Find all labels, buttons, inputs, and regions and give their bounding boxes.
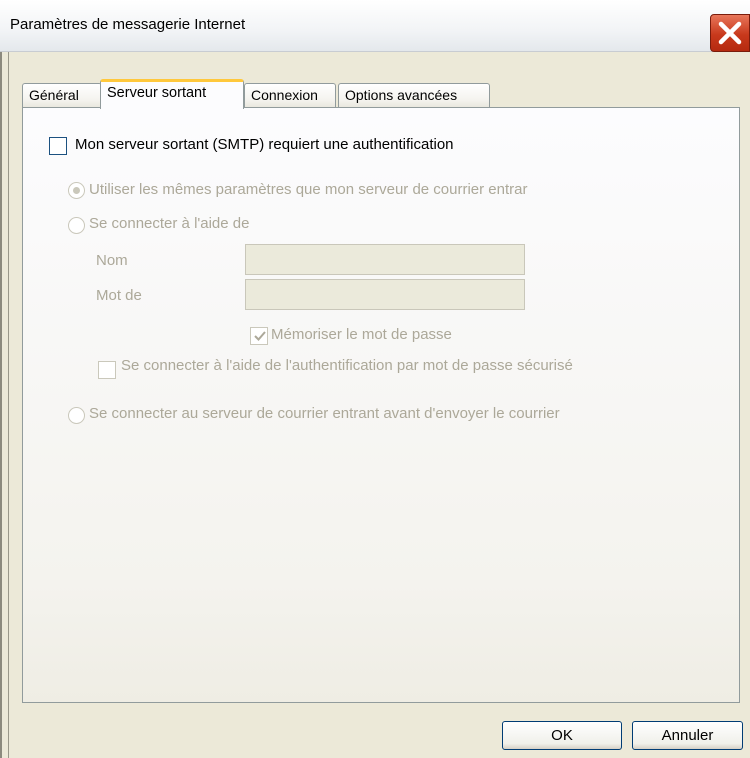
password-label: Mot de — [96, 287, 142, 304]
window-frame-left — [0, 52, 9, 758]
close-icon — [718, 21, 742, 45]
connect-incoming-first-label: Se connecter au serveur de courrier entr… — [89, 405, 560, 422]
tab-panel-serveur-sortant: Mon serveur sortant (SMTP) requiert une … — [22, 107, 740, 703]
cancel-button[interactable]: Annuler — [632, 721, 743, 750]
name-label: Nom — [96, 252, 128, 269]
tab-serveur-sortant[interactable]: Serveur sortant — [100, 79, 244, 109]
remember-password-checkbox[interactable] — [250, 327, 268, 345]
smtp-auth-checkbox[interactable] — [49, 137, 67, 155]
title-bar: Paramètres de messagerie Internet — [0, 0, 750, 52]
connect-incoming-first-radio[interactable] — [68, 407, 85, 424]
checkmark-icon — [254, 331, 266, 341]
tab-options-avancees[interactable]: Options avancées — [338, 83, 490, 107]
ok-button[interactable]: OK — [502, 721, 622, 750]
spa-label: Se connecter à l'aide de l'authentificat… — [121, 357, 573, 374]
close-button[interactable] — [710, 14, 750, 52]
same-settings-label: Utiliser les mêmes paramètres que mon se… — [89, 181, 528, 198]
connect-with-radio[interactable] — [68, 217, 85, 234]
name-input[interactable] — [245, 244, 525, 275]
spa-checkbox[interactable] — [98, 361, 116, 379]
tab-general[interactable]: Général — [22, 83, 102, 107]
same-settings-radio[interactable] — [68, 182, 85, 199]
window-title: Paramètres de messagerie Internet — [10, 16, 246, 33]
remember-password-label: Mémoriser le mot de passe — [271, 326, 452, 343]
connect-with-label: Se connecter à l'aide de — [89, 215, 250, 232]
smtp-auth-label: Mon serveur sortant (SMTP) requiert une … — [75, 136, 454, 153]
password-input[interactable] — [245, 279, 525, 310]
tab-connexion[interactable]: Connexion — [244, 83, 336, 107]
